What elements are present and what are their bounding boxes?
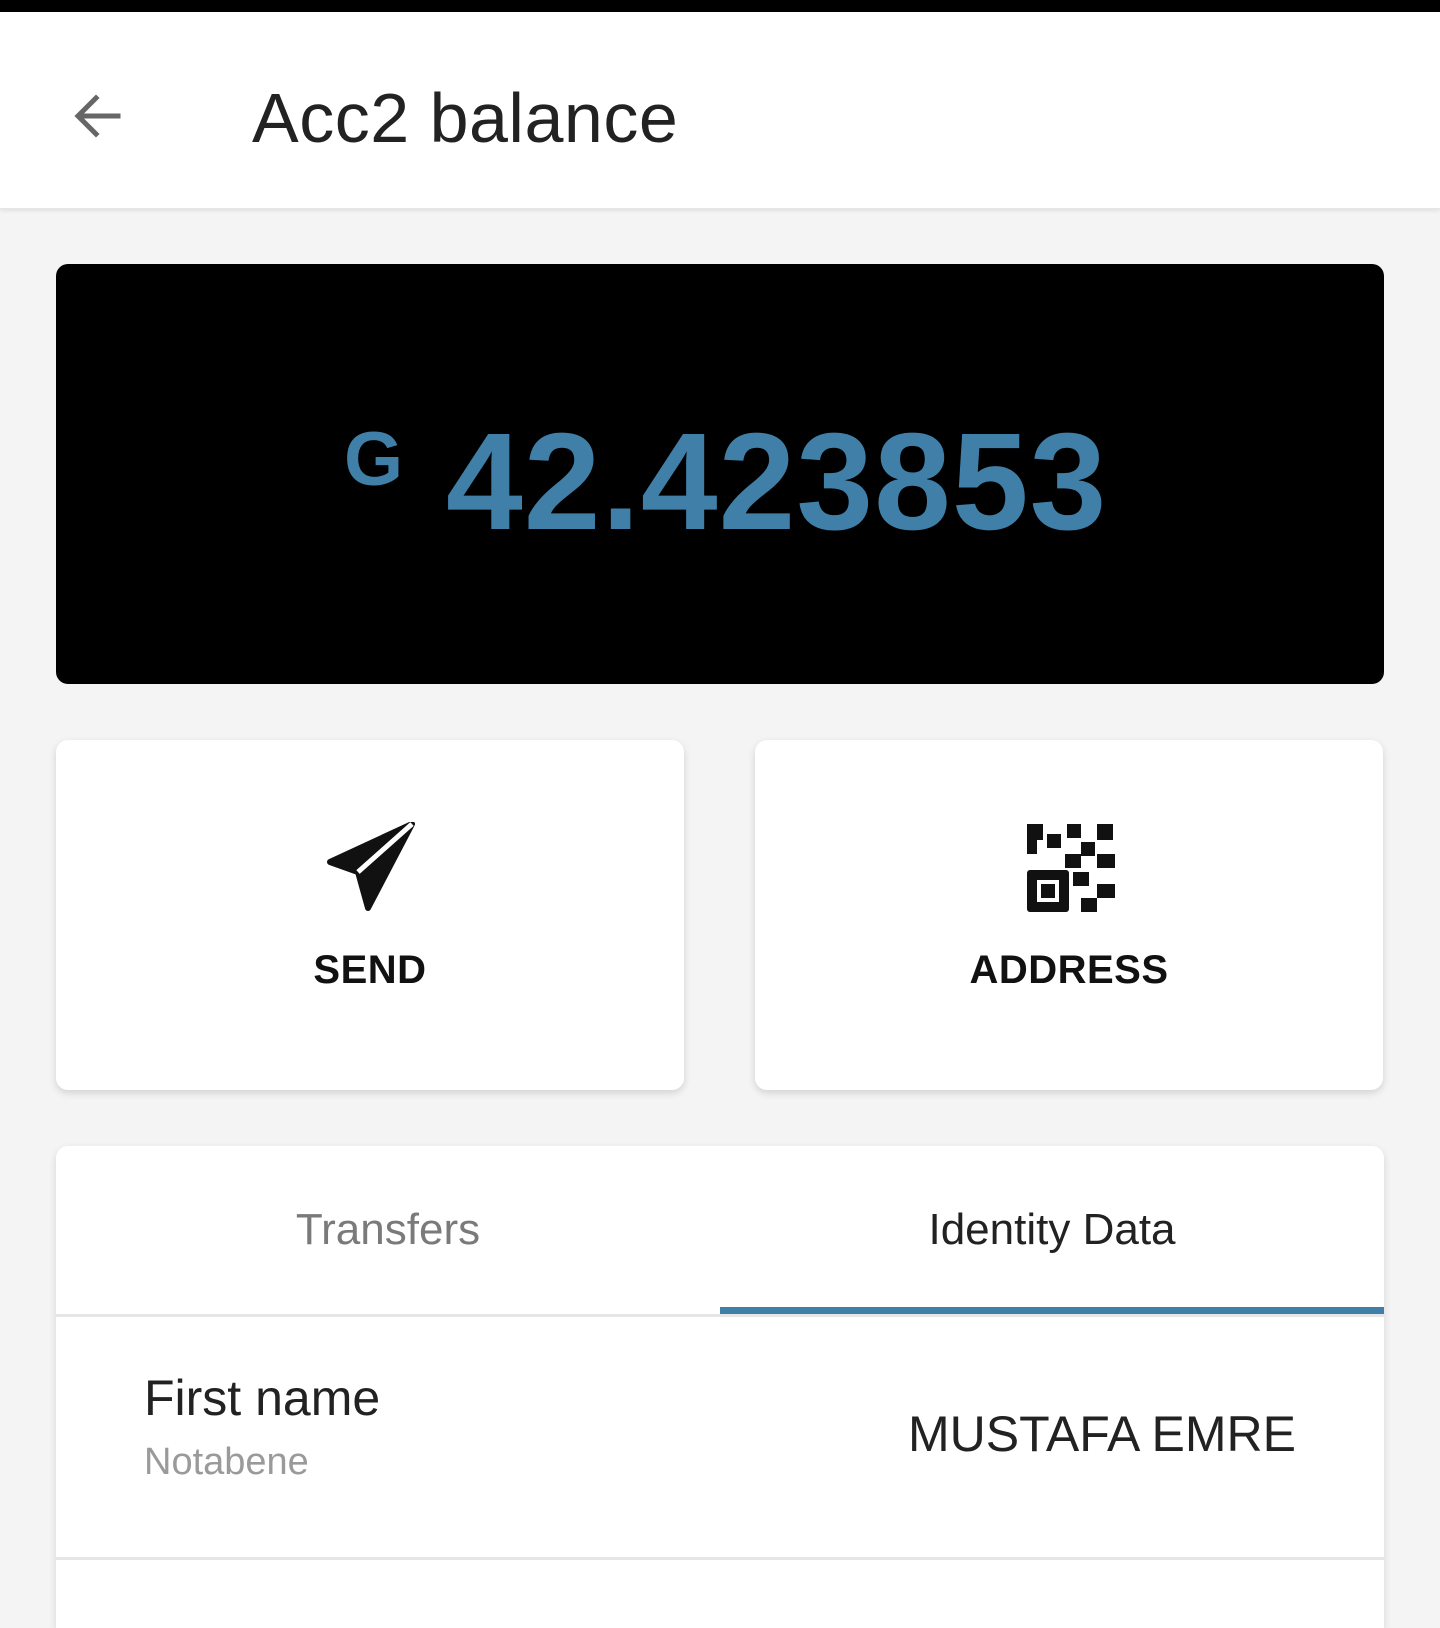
field-value: MUSTAFA EMRE [907,1406,1296,1462]
tab-bar: Transfers Identity Data [56,1146,1384,1317]
status-bar [0,0,1440,12]
back-button[interactable] [60,78,136,154]
app-bar: Acc2 balance [0,12,1440,209]
send-button[interactable]: SEND [56,740,684,1090]
balance-amount: 42.423853 [446,405,1108,559]
tab-active-indicator [720,1307,1384,1314]
send-icon [327,822,415,911]
tab-identity-data[interactable]: Identity Data [720,1146,1384,1314]
field-label: First name [144,1370,381,1426]
tabs-card: Transfers Identity Data First name Notab… [56,1146,1384,1628]
tab-transfers[interactable]: Transfers [56,1146,720,1314]
send-button-label: SEND [313,948,427,992]
address-button[interactable]: ADDRESS [755,740,1383,1090]
address-button-label: ADDRESS [969,948,1169,992]
identity-row-first-name: First name Notabene MUSTAFA EMRE [56,1317,1384,1560]
arrow-left-icon [74,94,121,138]
qr-code-icon [1027,824,1115,912]
currency-symbol: G [344,417,404,502]
field-source: Notabene [144,1441,309,1483]
page-title: Acc2 balance [252,79,679,157]
